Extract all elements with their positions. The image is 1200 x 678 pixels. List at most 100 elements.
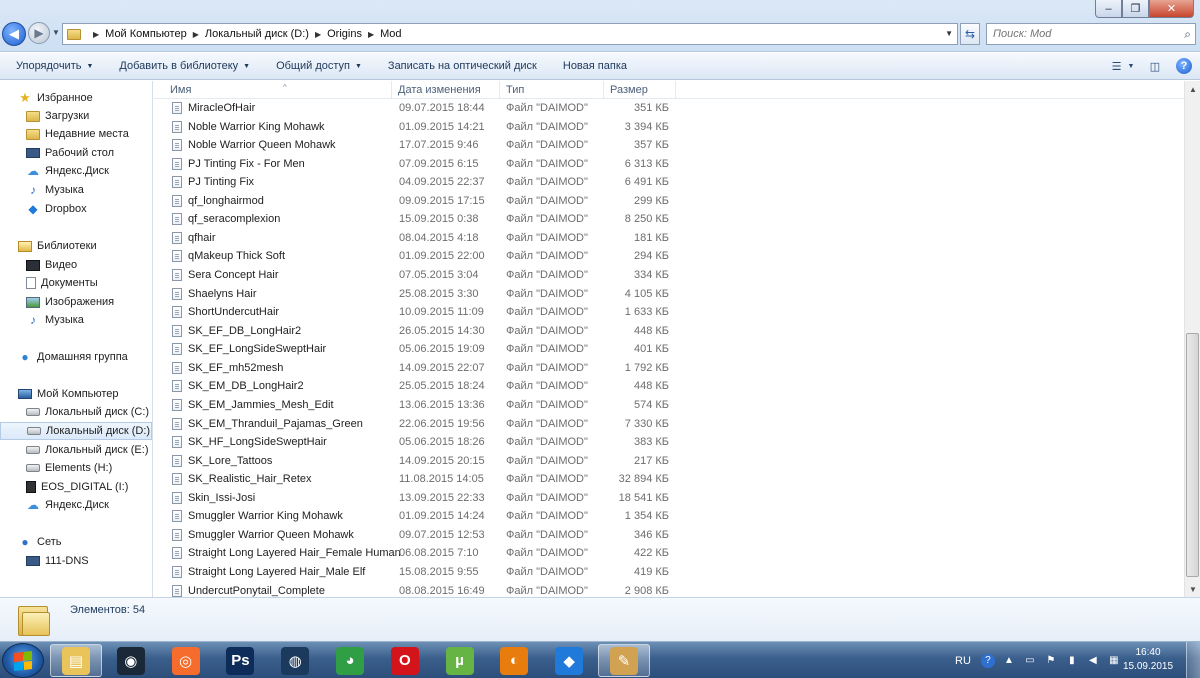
table-row[interactable]: qf_longhairmod 09.09.2015 17:15 Файл "DAIM…: [154, 192, 674, 210]
breadcrumb-item-computer[interactable]: Мой Компьютер: [105, 28, 187, 40]
nav-recent-places[interactable]: Недавние места: [0, 125, 152, 143]
nav-drive-h[interactable]: Elements (H:): [0, 459, 152, 477]
nav-yandex-disk-drive[interactable]: ☁ Яндекс.Диск: [0, 496, 152, 514]
table-row[interactable]: SK_EM_DB_LongHair2 25.05.2015 18:24 Файл "…: [154, 377, 674, 395]
taskbar-button-dropbox[interactable]: ◆: [543, 644, 595, 677]
action-center-icon[interactable]: ⚑: [1044, 654, 1058, 668]
scroll-down-icon[interactable]: ▼: [1185, 581, 1200, 597]
table-row[interactable]: Straight Long Layered Hair_Male Elf 15.08…: [154, 563, 674, 581]
file-name-cell[interactable]: UndercutPonytail_Complete: [172, 582, 325, 597]
show-hidden-icons-icon[interactable]: ▲: [1002, 654, 1016, 668]
file-name-cell[interactable]: PJ Tinting Fix - For Men: [172, 155, 305, 173]
nav-network[interactable]: ● Сеть: [0, 533, 152, 551]
minimize-button[interactable]: –: [1095, 0, 1122, 18]
table-row[interactable]: PJ Tinting Fix 04.09.2015 22:37 Файл "DAIM…: [154, 173, 674, 191]
table-row[interactable]: Noble Warrior King Mohawk 01.09.2015 14:2…: [154, 118, 674, 136]
file-name-cell[interactable]: qf_seracomplexion: [172, 210, 280, 228]
nav-homegroup[interactable]: ● Домашняя группа: [0, 348, 152, 366]
file-name-cell[interactable]: Skin_Issi-Josi: [172, 489, 255, 507]
nav-music-favorite[interactable]: ♪ Музыка: [0, 181, 152, 199]
file-name-cell[interactable]: Straight Long Layered Hair_Male Elf: [172, 563, 365, 581]
safely-remove-icon[interactable]: ▭: [1023, 654, 1037, 668]
column-header-size[interactable]: Размер: [604, 81, 676, 99]
nav-favorites[interactable]: ★ Избранное: [0, 89, 152, 107]
table-row[interactable]: Shaelyns Hair 25.08.2015 3:30 Файл "DAIMOD…: [154, 285, 674, 303]
file-name-cell[interactable]: Noble Warrior King Mohawk: [172, 118, 325, 136]
table-row[interactable]: MiracleOfHair 09.07.2015 18:44 Файл "DAIMO…: [154, 99, 674, 117]
table-row[interactable]: ShortUndercutHair 10.09.2015 11:09 Файл "D…: [154, 303, 674, 321]
close-button[interactable]: ✕: [1149, 0, 1194, 18]
volume-icon[interactable]: ◀: [1086, 654, 1100, 668]
file-name-cell[interactable]: Noble Warrior Queen Mohawk: [172, 136, 336, 154]
file-name-cell[interactable]: Smuggler Warrior King Mohawk: [172, 507, 343, 525]
breadcrumb-item-mod[interactable]: Mod: [380, 28, 401, 40]
table-row[interactable]: Straight Long Layered Hair_Female Human 0…: [154, 544, 674, 562]
file-name-cell[interactable]: qMakeup Thick Soft: [172, 247, 285, 265]
table-row[interactable]: qMakeup Thick Soft 01.09.2015 22:00 Файл "…: [154, 247, 674, 265]
table-row[interactable]: Smuggler Warrior Queen Mohawk 09.07.2015 …: [154, 526, 674, 544]
table-row[interactable]: Skin_Issi-Josi 13.09.2015 22:33 Файл "DAIM…: [154, 489, 674, 507]
nav-dropbox[interactable]: ◆ Dropbox: [0, 200, 152, 218]
file-name-cell[interactable]: SK_EF_DB_LongHair2: [172, 322, 301, 340]
back-button[interactable]: ◀: [2, 22, 26, 46]
nav-yandex-disk[interactable]: ☁ Яндекс.Диск: [0, 162, 152, 180]
table-row[interactable]: SK_EF_LongSideSweptHair 05.06.2015 19:09 Ф…: [154, 340, 674, 358]
change-view-button[interactable]: ☰ ▼: [1112, 56, 1135, 76]
clock[interactable]: 16:40 15.09.2015: [1119, 646, 1177, 674]
network-status-icon[interactable]: ▮: [1065, 654, 1079, 668]
taskbar-button-utorrent[interactable]: µ: [434, 644, 486, 677]
breadcrumb-separator-icon[interactable]: ▶: [368, 30, 374, 39]
forward-button[interactable]: ▶: [28, 22, 50, 44]
taskbar-button-origin[interactable]: ◎: [160, 644, 212, 677]
burn-button[interactable]: Записать на оптический диск: [388, 60, 537, 72]
table-row[interactable]: qfhair 08.04.2015 4:18 Файл "DAIMOD" 181 КБ: [154, 229, 674, 247]
nav-downloads[interactable]: Загрузки: [0, 107, 152, 125]
taskbar-button-opera[interactable]: O: [379, 644, 431, 677]
nav-music-library[interactable]: ♪ Музыка: [0, 311, 152, 329]
taskbar-button-blender[interactable]: ◐: [488, 644, 540, 677]
table-row[interactable]: Smuggler Warrior King Mohawk 01.09.2015 1…: [154, 507, 674, 525]
taskbar-button-photoshop[interactable]: Ps: [214, 644, 266, 677]
table-row[interactable]: SK_EM_Thranduil_Pajamas_Green 22.06.2015 …: [154, 415, 674, 433]
scrollbar-thumb[interactable]: [1186, 333, 1199, 577]
refresh-button[interactable]: ⇆: [960, 23, 980, 45]
file-name-cell[interactable]: SK_Lore_Tattoos: [172, 452, 272, 470]
file-name-cell[interactable]: SK_Realistic_Hair_Retex: [172, 470, 312, 488]
nav-drive-i[interactable]: EOS_DIGITAL (I:): [0, 478, 152, 496]
nav-drive-d[interactable]: Локальный диск (D:): [0, 422, 152, 440]
file-name-cell[interactable]: SK_EM_DB_LongHair2: [172, 377, 304, 395]
file-name-cell[interactable]: Straight Long Layered Hair_Female Human: [172, 544, 401, 562]
nav-drive-e[interactable]: Локальный диск (E:): [0, 441, 152, 459]
table-row[interactable]: SK_Lore_Tattoos 14.09.2015 20:15 Файл "DAI…: [154, 452, 674, 470]
search-input[interactable]: [993, 28, 1173, 40]
file-name-cell[interactable]: SK_EF_LongSideSweptHair: [172, 340, 326, 358]
breadcrumb-item-drive-d[interactable]: Локальный диск (D:): [205, 28, 309, 40]
show-desktop-button[interactable]: [1186, 642, 1200, 678]
taskbar-button-paint[interactable]: ✎: [598, 644, 650, 677]
breadcrumb-separator-icon[interactable]: ▶: [93, 30, 99, 39]
organize-button[interactable]: Упорядочить ▼: [16, 60, 93, 72]
table-row[interactable]: SK_EF_mh52mesh 14.09.2015 22:07 Файл "DAIM…: [154, 359, 674, 377]
nav-network-111-dns[interactable]: 111-DNS: [0, 552, 152, 570]
nav-images[interactable]: Изображения: [0, 293, 152, 311]
language-indicator[interactable]: RU: [955, 655, 971, 667]
nav-desktop[interactable]: Рабочий стол: [0, 144, 152, 162]
recent-pages-button[interactable]: ▼: [52, 28, 60, 37]
table-row[interactable]: UndercutPonytail_Complete 08.08.2015 16:4…: [154, 582, 674, 597]
column-header-date[interactable]: Дата изменения: [392, 81, 500, 99]
file-name-cell[interactable]: Shaelyns Hair: [172, 285, 256, 303]
table-row[interactable]: qf_seracomplexion 15.09.2015 0:38 Файл "DA…: [154, 210, 674, 228]
file-name-cell[interactable]: SK_EM_Jammies_Mesh_Edit: [172, 396, 334, 414]
taskbar-button-explorer[interactable]: ▤: [50, 644, 102, 677]
search-icon[interactable]: ⌕: [1184, 27, 1191, 42]
table-row[interactable]: SK_Realistic_Hair_Retex 11.08.2015 14:05 Ф…: [154, 470, 674, 488]
column-header-type[interactable]: Тип: [500, 81, 604, 99]
file-name-cell[interactable]: SK_EF_mh52mesh: [172, 359, 283, 377]
new-folder-button[interactable]: Новая папка: [563, 60, 627, 72]
table-row[interactable]: Sera Concept Hair 07.05.2015 3:04 Файл "DA…: [154, 266, 674, 284]
nav-video[interactable]: Видео: [0, 256, 152, 274]
vertical-scrollbar[interactable]: ▲ ▼: [1184, 81, 1200, 597]
scroll-up-icon[interactable]: ▲: [1185, 81, 1200, 97]
table-row[interactable]: PJ Tinting Fix - For Men 07.09.2015 6:15 Ф…: [154, 155, 674, 173]
taskbar-button-steam[interactable]: ◉: [105, 644, 157, 677]
